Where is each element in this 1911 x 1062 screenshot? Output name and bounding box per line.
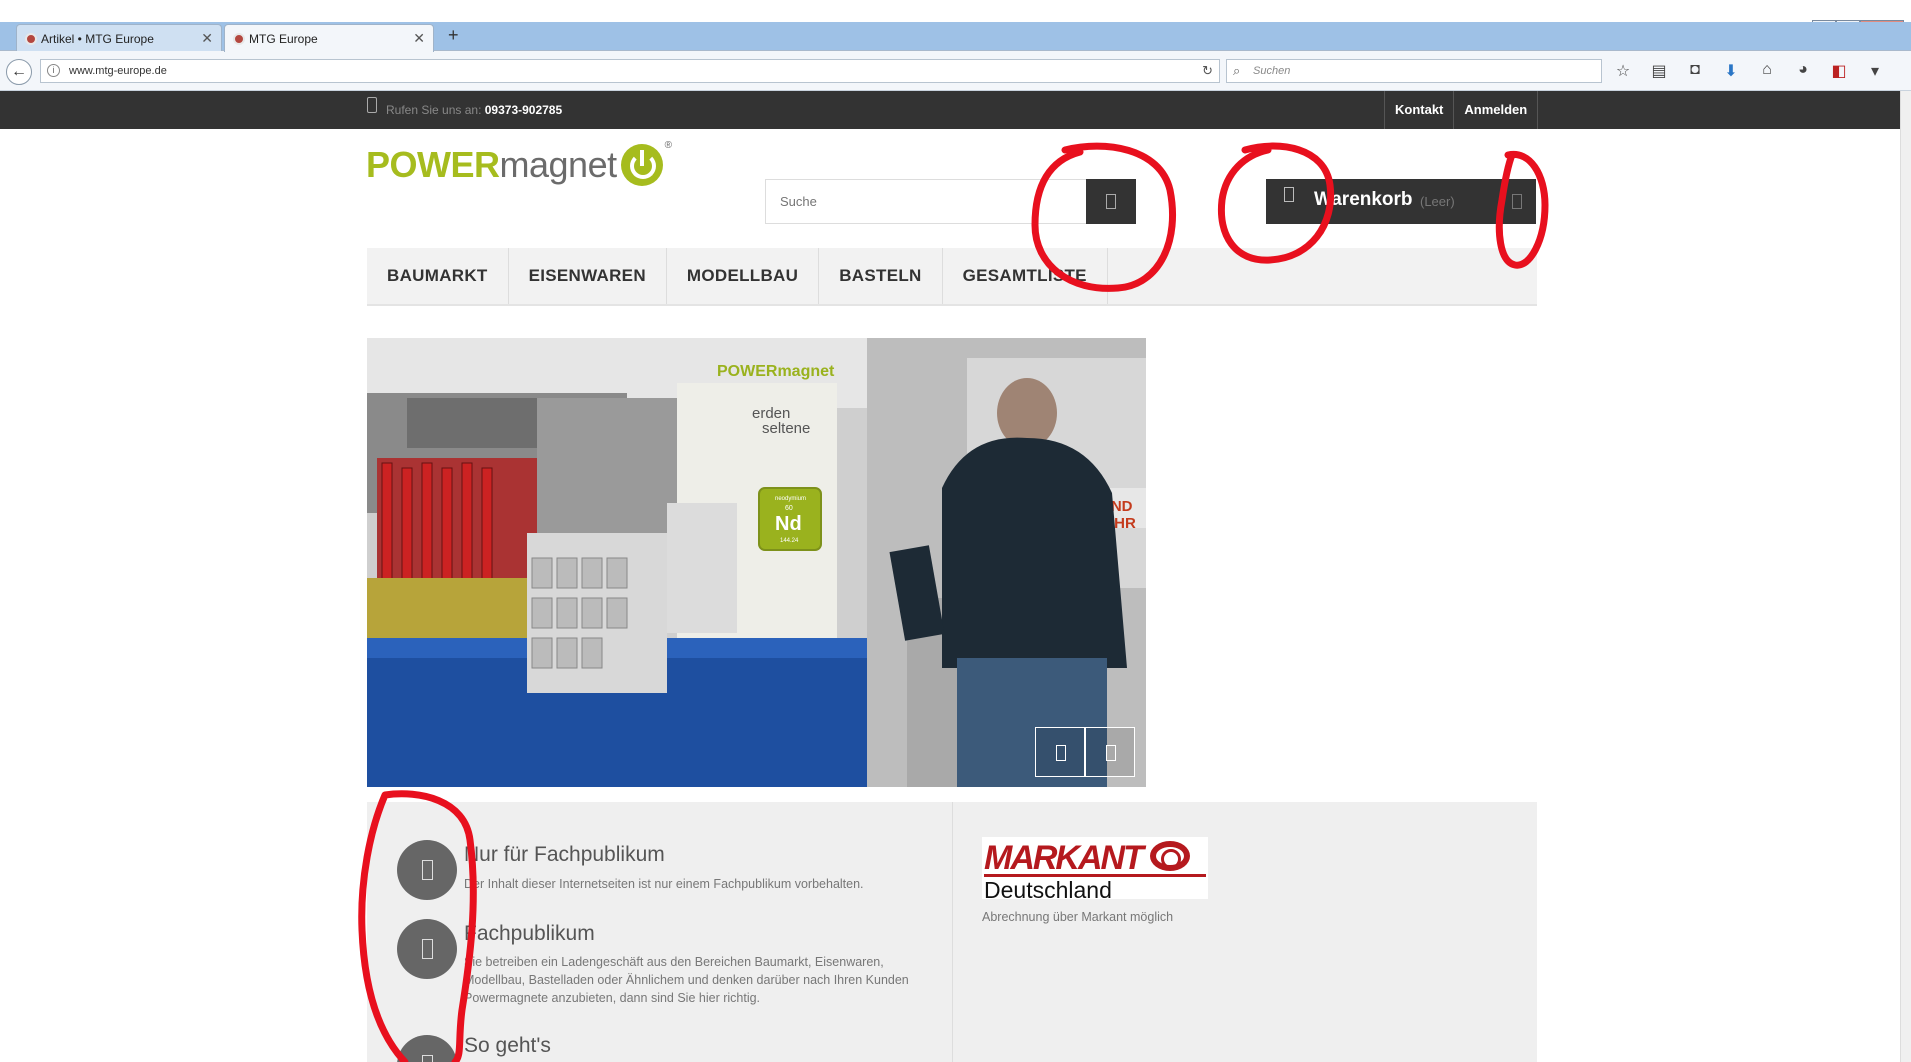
reload-icon[interactable]: ↻: [1202, 60, 1213, 82]
phone-number[interactable]: 09373-902785: [485, 103, 562, 117]
banner-word-2: seltene: [762, 420, 810, 437]
menu-item-baumarkt[interactable]: BAUMARKT: [367, 248, 509, 304]
slider-next-button[interactable]: [1085, 727, 1135, 777]
feature-title: So geht's: [464, 1034, 551, 1057]
feature-title: Nur für Fachpublikum: [464, 843, 665, 866]
main-menu: BAUMARKT EISENWAREN MODELLBAU BASTELN GE…: [367, 248, 1537, 306]
chat-icon[interactable]: ◕: [1792, 61, 1814, 81]
feature-icon: [397, 919, 457, 979]
site-logo[interactable]: POWER magnet ®: [366, 140, 672, 190]
menu-item-modellbau[interactable]: MODELLBAU: [667, 248, 820, 304]
menu-item-eisenwaren[interactable]: EISENWAREN: [509, 248, 667, 304]
favicon-icon: [25, 33, 37, 45]
feature-title: Fachpublikum: [464, 922, 595, 945]
new-tab-button[interactable]: +: [448, 25, 459, 46]
tab-artikel[interactable]: Artikel • MTG Europe ✕: [16, 24, 222, 52]
url-text: www.mtg-europe.de: [69, 65, 167, 77]
browser-search-input[interactable]: ⌕ Suchen: [1226, 59, 1602, 83]
pocket-icon[interactable]: ◘: [1684, 61, 1706, 81]
back-button[interactable]: ←: [6, 59, 32, 85]
kontakt-link[interactable]: Kontakt: [1384, 91, 1453, 129]
browser-window: — ▫ ✕ Artikel • MTG Europe ✕ MTG Europe …: [0, 0, 1911, 1062]
markant-brand: MARKANT: [984, 839, 1144, 877]
search-icon: ⌕: [1233, 63, 1241, 78]
search-submit-button[interactable]: [1086, 179, 1136, 224]
anmelden-link[interactable]: Anmelden: [1453, 91, 1539, 129]
element-number: 60: [785, 505, 793, 512]
tab-label: Artikel • MTG Europe: [41, 31, 154, 46]
cart-title: Warenkorb: [1314, 189, 1413, 210]
phone-icon: [367, 97, 377, 113]
reading-list-icon[interactable]: ▤: [1648, 61, 1670, 81]
phone-info: Rufen Sie uns an: 09373-902785: [386, 103, 562, 117]
addon-icon[interactable]: ◧: [1828, 61, 1850, 81]
logo-power-text: POWER: [366, 144, 500, 185]
tab-mtg-europe[interactable]: MTG Europe ✕: [224, 24, 434, 52]
favicon-icon: [233, 33, 245, 45]
navigation-bar: ← i www.mtg-europe.de ↻ ⌕ Suchen ☆ ▤ ◘ ⬇…: [0, 51, 1911, 91]
feature-icon: [397, 840, 457, 900]
cart-button[interactable]: Warenkorb (Leer): [1266, 179, 1536, 224]
markant-country: Deutschland: [984, 877, 1112, 903]
features-panel: Nur für Fachpublikum Der Inhalt dieser I…: [367, 802, 952, 1062]
tab-label: MTG Europe: [249, 31, 318, 46]
power-button-icon: [620, 144, 663, 186]
markant-note: Abrechnung über Markant möglich: [982, 910, 1174, 924]
info-icon[interactable]: i: [47, 64, 60, 77]
feature-text: Der Inhalt dieser Internetseiten ist nur…: [464, 877, 864, 891]
menu-item-basteln[interactable]: BASTELN: [819, 248, 943, 304]
phone-label: Rufen Sie uns an:: [386, 103, 482, 117]
tab-strip: Artikel • MTG Europe ✕ MTG Europe ✕: [0, 22, 1911, 52]
site-top-bar: Rufen Sie uns an: 09373-902785 Kontakt A…: [0, 91, 1900, 129]
page-scrollbar[interactable]: [1900, 91, 1911, 1062]
logo-magnet-text: magnet: [499, 144, 618, 185]
toolbar-icons: ☆ ▤ ◘ ⬇ ⌂ ◕ ◧ ▾ ☰: [1612, 61, 1911, 81]
top-links: Kontakt Anmelden: [1384, 91, 1539, 129]
registered-mark: ®: [664, 140, 672, 151]
search-icon: [1106, 194, 1116, 209]
close-tab-icon[interactable]: ✕: [201, 30, 213, 47]
home-icon[interactable]: ⌂: [1756, 61, 1778, 81]
title-bar: [0, 0, 1911, 22]
slider-controls: [1035, 727, 1135, 777]
feature-text: Sie betreiben ein Ladengeschäft aus den …: [464, 955, 909, 1005]
site-search-input[interactable]: [766, 180, 1086, 223]
slider-prev-button[interactable]: [1035, 727, 1085, 777]
download-icon[interactable]: ⬇: [1720, 61, 1742, 81]
close-tab-icon[interactable]: ✕: [413, 30, 425, 47]
menu-item-gesamtliste[interactable]: GESAMTLISTE: [943, 248, 1108, 304]
markant-ring-icon: [1150, 841, 1190, 871]
hero-slider[interactable]: POWERmagnet erden seltene neodymium 60 N…: [367, 338, 1146, 787]
cart-status: (Leer): [1420, 194, 1455, 209]
element-symbol: Nd: [775, 513, 802, 535]
markant-logo[interactable]: MARKANT Deutschland: [982, 837, 1208, 903]
bookmark-star-icon[interactable]: ☆: [1612, 61, 1634, 81]
element-mass: 144.24: [780, 538, 799, 544]
browser-search-placeholder: Suchen: [1253, 65, 1291, 77]
element-name: neodymium: [775, 496, 806, 502]
slider-photo: POWERmagnet erden seltene neodymium 60 N…: [367, 338, 1146, 787]
banner-logo: POWERmagnet: [717, 363, 835, 380]
chevron-down-icon[interactable]: [1512, 194, 1522, 209]
site-search-box: [765, 179, 1136, 224]
url-bar[interactable]: i www.mtg-europe.de ↻: [40, 59, 1220, 83]
cart-icon: [1284, 187, 1294, 202]
feature-icon: [397, 1035, 457, 1062]
dropdown-icon[interactable]: ▾: [1864, 61, 1886, 81]
